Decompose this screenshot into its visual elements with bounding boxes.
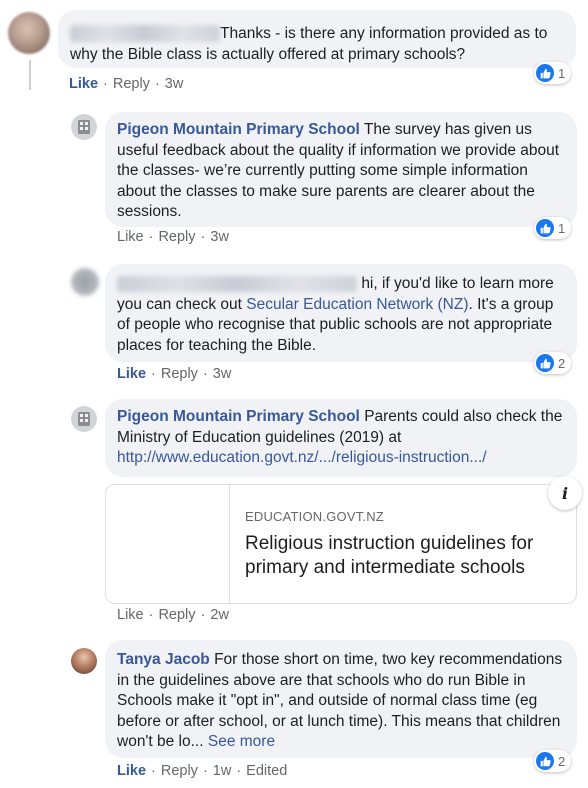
link-preview-image: [106, 485, 230, 603]
comment-bubble: hi, if you'd like to learn more you can …: [105, 264, 577, 362]
reaction-badge[interactable]: 1: [534, 62, 572, 84]
comment-bubble: Pigeon Mountain Primary School The surve…: [105, 112, 577, 227]
comment-actions: Like · Reply · 3w: [69, 76, 184, 92]
avatar[interactable]: [8, 12, 50, 54]
avatar[interactable]: [71, 648, 97, 674]
comment-author[interactable]: Tanya Jacob: [117, 651, 210, 668]
timestamp[interactable]: 1w: [213, 763, 232, 779]
link-preview-domain: EDUCATION.GOVT.NZ: [245, 509, 384, 524]
reply-button[interactable]: Reply: [113, 76, 150, 92]
timestamp[interactable]: 2w: [210, 607, 229, 623]
comment-actions: Like · Reply · 3w: [117, 229, 229, 245]
comment-author[interactable]: Pigeon Mountain Primary School: [117, 121, 360, 138]
reaction-count: 2: [558, 355, 566, 371]
secular-education-link[interactable]: Secular Education Network (NZ): [246, 296, 468, 313]
comment-bubble: Pigeon Mountain Primary School Parents c…: [105, 399, 577, 477]
comment-actions: Like · Reply · 2w: [117, 607, 229, 623]
reaction-badge[interactable]: 1: [534, 217, 572, 239]
timestamp[interactable]: 3w: [210, 229, 229, 245]
like-button[interactable]: Like: [117, 229, 144, 245]
thumbs-up-icon: [536, 752, 554, 770]
avatar[interactable]: [71, 406, 97, 432]
link-preview-card[interactable]: EDUCATION.GOVT.NZ Religious instruction …: [105, 484, 577, 604]
reply-button[interactable]: Reply: [158, 229, 195, 245]
like-button[interactable]: Like: [117, 763, 146, 779]
guidelines-url-link[interactable]: http://www.education.govt.nz/.../religio…: [117, 448, 565, 469]
link-preview-title: Religious instruction guidelines for pri…: [245, 533, 534, 578]
reaction-count: 1: [558, 220, 566, 236]
comment-bubble: Tanya Jacob For those short on time, two…: [105, 640, 577, 758]
edited-label[interactable]: Edited: [246, 763, 287, 779]
comment-actions: Like · Reply · 3w: [117, 366, 232, 382]
reply-button[interactable]: Reply: [161, 366, 198, 382]
like-button[interactable]: Like: [117, 607, 144, 623]
comment-bubble: Thanks - is there any information provid…: [58, 10, 576, 68]
reply-button[interactable]: Reply: [158, 607, 195, 623]
see-more-link[interactable]: See more: [208, 733, 275, 750]
comment-actions: Like · Reply · 1w · Edited: [117, 763, 288, 779]
reaction-badge[interactable]: 2: [534, 352, 572, 374]
redacted-author: [117, 275, 357, 292]
avatar[interactable]: [71, 268, 99, 296]
reaction-count: 2: [558, 753, 566, 769]
thread-line: [29, 60, 31, 90]
thumbs-up-icon: [536, 64, 554, 82]
reaction-count: 1: [558, 65, 566, 81]
like-button[interactable]: Like: [69, 76, 98, 92]
reply-button[interactable]: Reply: [161, 763, 198, 779]
like-button[interactable]: Like: [117, 366, 146, 382]
redacted-author: [70, 25, 220, 43]
timestamp[interactable]: 3w: [213, 366, 232, 382]
info-icon[interactable]: i: [548, 476, 582, 510]
thumbs-up-icon: [536, 219, 554, 237]
timestamp[interactable]: 3w: [165, 76, 184, 92]
reaction-badge[interactable]: 2: [534, 750, 572, 772]
comment-author[interactable]: Pigeon Mountain Primary School: [117, 408, 360, 425]
avatar[interactable]: [71, 114, 97, 140]
thumbs-up-icon: [536, 354, 554, 372]
